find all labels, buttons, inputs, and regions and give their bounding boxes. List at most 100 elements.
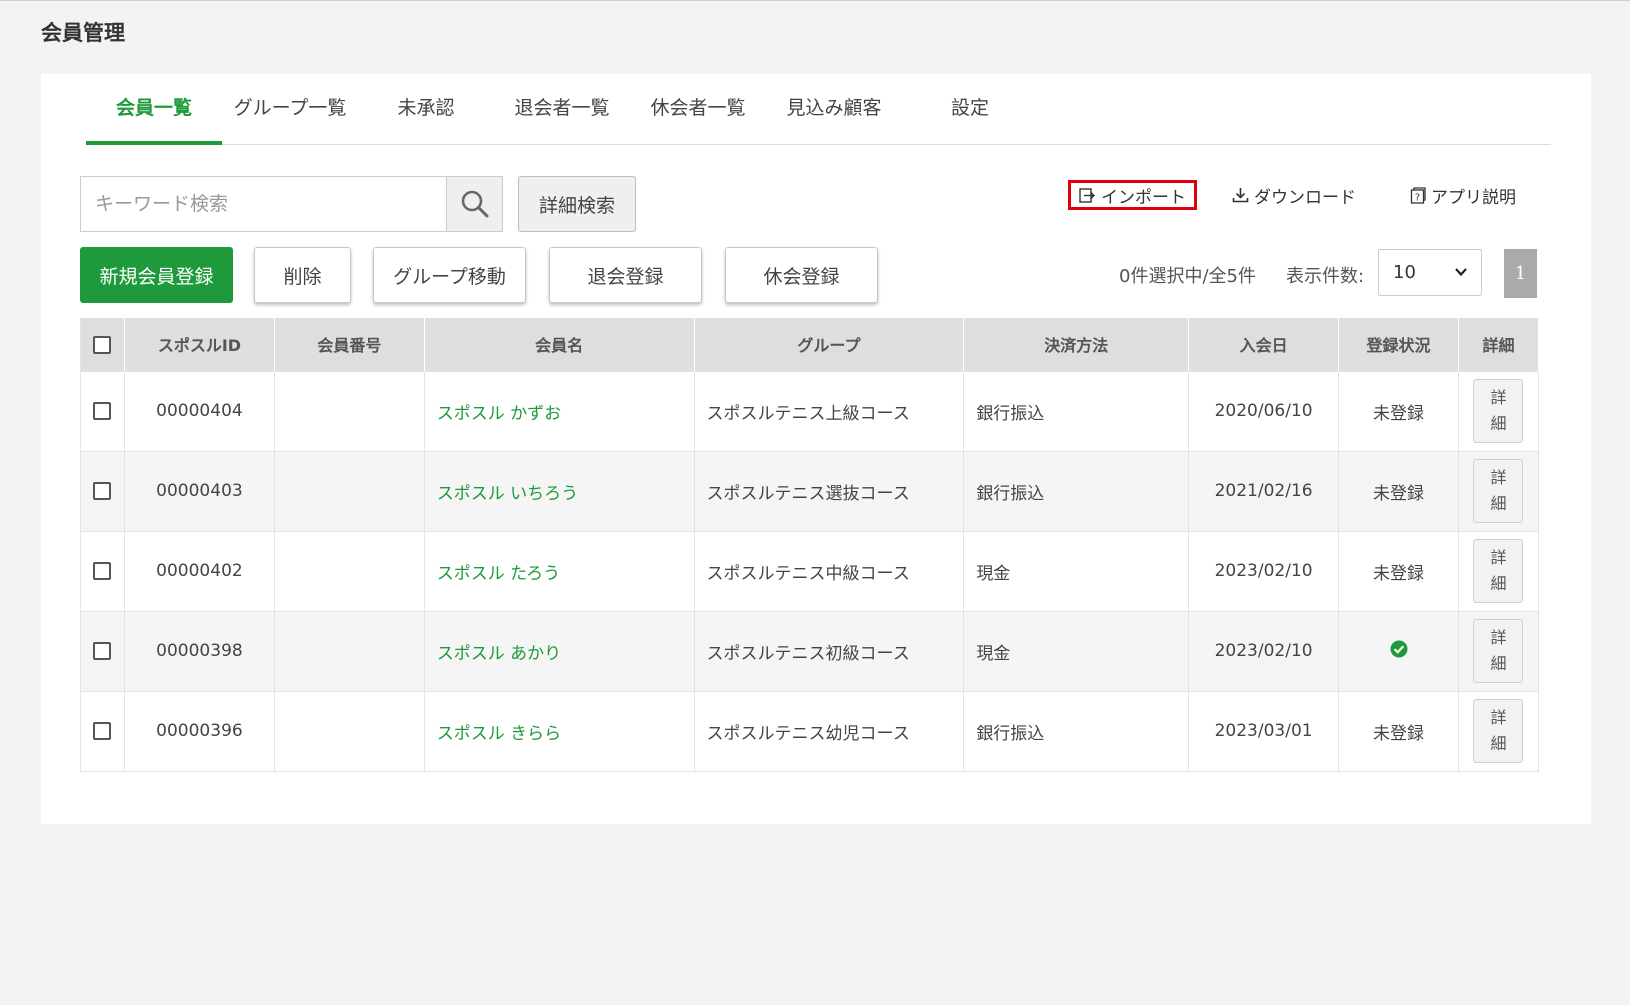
row-checkbox-cell	[80, 610, 125, 691]
header-payment[interactable]: 決済方法	[963, 318, 1190, 371]
member-name-link[interactable]: スポスル たろう	[424, 530, 695, 611]
detail-char: 細	[1490, 414, 1507, 433]
detail-char: 詳	[1490, 708, 1507, 727]
suspend-button[interactable]: 休会登録	[725, 247, 878, 303]
member-number	[274, 450, 425, 531]
per-page-select[interactable]: 10	[1378, 249, 1482, 296]
header-group[interactable]: グループ	[694, 318, 965, 371]
row-checkbox[interactable]	[93, 722, 112, 740]
member-id: 00000398	[124, 610, 275, 691]
member-name-link[interactable]: スポスル きらら	[424, 690, 695, 772]
detail-search-button[interactable]: 詳細検索	[518, 176, 636, 232]
member-joined: 2023/02/10	[1188, 530, 1340, 611]
member-name-link[interactable]: スポスル あかり	[424, 610, 695, 691]
search-input[interactable]	[81, 177, 446, 231]
row-checkbox[interactable]	[93, 482, 112, 500]
detail-button[interactable]: 詳細	[1473, 459, 1524, 523]
header-sposuru-id[interactable]: スポスルID	[124, 318, 275, 371]
member-name-link[interactable]: スポスル かずお	[424, 370, 695, 451]
detail-button[interactable]: 詳細	[1473, 699, 1524, 763]
withdraw-button[interactable]: 退会登録	[549, 247, 702, 303]
row-checkbox[interactable]	[93, 562, 112, 580]
member-group: スポスルテニス上級コース	[694, 370, 965, 451]
tab-withdrawn[interactable]: 退会者一覧	[494, 96, 630, 144]
member-status: 未登録	[1338, 370, 1459, 451]
detail-button[interactable]: 詳細	[1473, 619, 1524, 683]
download-label: ダウンロード	[1254, 187, 1356, 208]
new-member-button[interactable]: 新規会員登録	[80, 247, 233, 303]
members-table: スポスルID 会員番号 会員名 グループ 決済方法 入会日 登録状況 詳細 00…	[80, 318, 1540, 772]
import-icon	[1079, 187, 1095, 203]
member-payment: 銀行振込	[963, 370, 1190, 451]
move-group-button[interactable]: グループ移動	[373, 247, 526, 303]
member-payment: 銀行振込	[963, 690, 1190, 772]
member-joined: 2020/06/10	[1188, 370, 1340, 451]
per-page-value: 10	[1393, 262, 1416, 283]
row-checkbox-cell	[80, 690, 125, 772]
per-page-label: 表示件数:	[1286, 266, 1365, 287]
member-group: スポスルテニス初級コース	[694, 610, 965, 691]
detail-button[interactable]: 詳細	[1473, 379, 1524, 443]
tab-member-list[interactable]: 会員一覧	[86, 96, 222, 145]
member-name-link[interactable]: スポスル いちろう	[424, 450, 695, 531]
table-row: 00000404 スポスル かずお スポスルテニス上級コース 銀行振込 2020…	[80, 370, 1540, 451]
header-member-name[interactable]: 会員名	[424, 318, 695, 371]
member-number	[274, 610, 425, 691]
table-header-row: スポスルID 会員番号 会員名 グループ 決済方法 入会日 登録状況 詳細	[80, 318, 1540, 371]
check-circle-icon	[1390, 640, 1407, 657]
svg-text:?: ?	[1415, 192, 1420, 203]
select-all-cell	[80, 318, 125, 371]
member-joined: 2023/02/10	[1188, 610, 1340, 691]
help-icon: ?	[1410, 186, 1426, 204]
member-joined: 2023/03/01	[1188, 690, 1340, 772]
detail-char: 詳	[1490, 628, 1507, 647]
row-checkbox[interactable]	[93, 402, 112, 420]
row-checkbox[interactable]	[93, 642, 112, 660]
main-card: 会員一覧 グループ一覧 未承認 退会者一覧 休会者一覧 見込み顧客 設定 詳細検…	[41, 74, 1591, 824]
table-row: 00000402 スポスル たろう スポスルテニス中級コース 現金 2023/0…	[80, 530, 1540, 611]
tab-group-list[interactable]: グループ一覧	[222, 96, 358, 144]
member-group: スポスルテニス中級コース	[694, 530, 965, 611]
detail-button[interactable]: 詳細	[1473, 539, 1524, 603]
member-number	[274, 370, 425, 451]
download-icon	[1232, 188, 1249, 203]
download-link[interactable]: ダウンロード	[1232, 180, 1356, 210]
member-id: 00000402	[124, 530, 275, 611]
detail-cell: 詳細	[1458, 450, 1540, 531]
tab-prospects[interactable]: 見込み顧客	[766, 96, 902, 144]
delete-button[interactable]: 削除	[254, 247, 351, 303]
member-payment: 現金	[963, 610, 1190, 691]
header-joined[interactable]: 入会日	[1188, 318, 1340, 371]
detail-char: 細	[1490, 734, 1507, 753]
detail-char: 詳	[1490, 548, 1507, 567]
member-status: 未登録	[1338, 450, 1459, 531]
chevron-down-icon	[1455, 268, 1467, 277]
select-all-checkbox[interactable]	[93, 336, 112, 354]
help-label: アプリ説明	[1431, 187, 1516, 208]
search-box	[80, 176, 503, 232]
tab-bar: 会員一覧 グループ一覧 未承認 退会者一覧 休会者一覧 見込み顧客 設定	[86, 74, 1551, 145]
member-status: 未登録	[1338, 690, 1459, 772]
member-payment: 現金	[963, 530, 1190, 611]
header-detail: 詳細	[1458, 318, 1540, 371]
help-link[interactable]: ? アプリ説明	[1410, 180, 1516, 210]
table-row: 00000398 スポスル あかり スポスルテニス初級コース 現金 2023/0…	[80, 610, 1540, 691]
tab-settings[interactable]: 設定	[902, 96, 1038, 144]
member-number	[274, 530, 425, 611]
header-status[interactable]: 登録状況	[1338, 318, 1459, 371]
import-link[interactable]: インポート	[1068, 180, 1197, 210]
import-label: インポート	[1101, 187, 1186, 208]
member-group: スポスルテニス選抜コース	[694, 450, 965, 531]
row-checkbox-cell	[80, 530, 125, 611]
member-id: 00000404	[124, 370, 275, 451]
tab-unapproved[interactable]: 未承認	[358, 96, 494, 144]
page-number[interactable]: 1	[1504, 249, 1537, 298]
member-status: 未登録	[1338, 530, 1459, 611]
search-button[interactable]	[446, 177, 502, 231]
table-row: 00000403 スポスル いちろう スポスルテニス選抜コース 銀行振込 202…	[80, 450, 1540, 531]
tab-suspended[interactable]: 休会者一覧	[630, 96, 766, 144]
detail-char: 詳	[1490, 388, 1507, 407]
detail-cell: 詳細	[1458, 370, 1540, 451]
header-member-number[interactable]: 会員番号	[274, 318, 425, 371]
member-status	[1338, 610, 1459, 691]
